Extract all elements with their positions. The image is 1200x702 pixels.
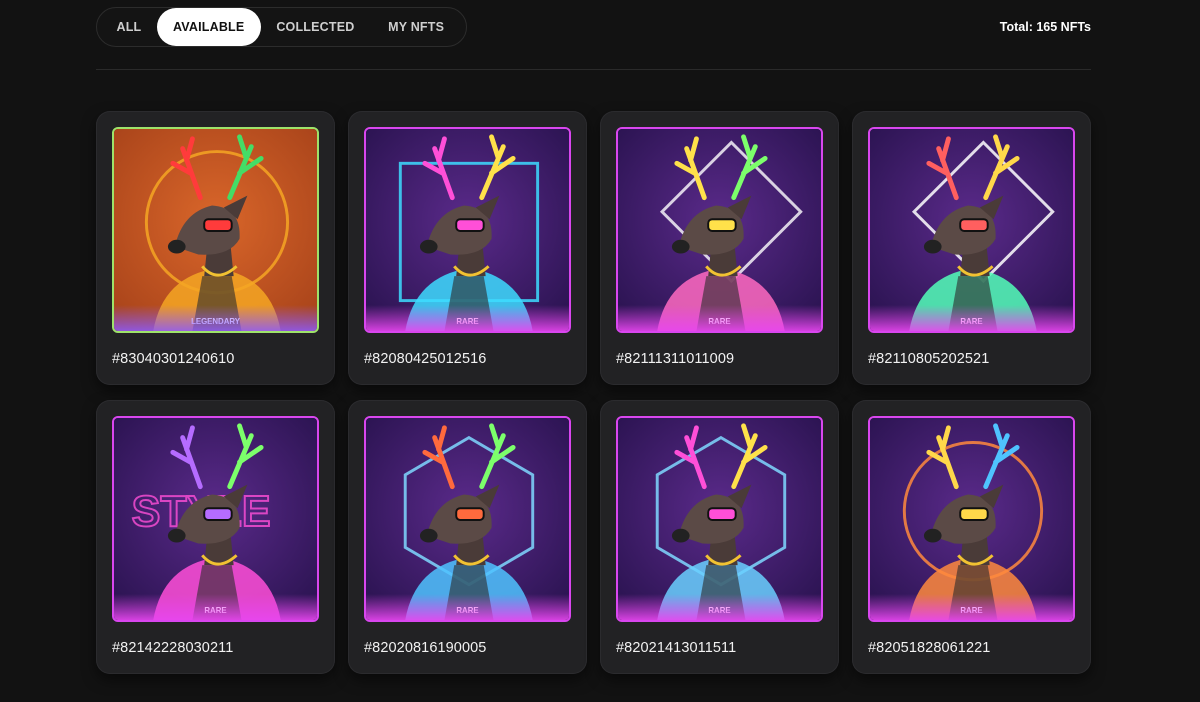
- rarity-label: LEGENDARY: [191, 317, 241, 326]
- rarity-label: RARE: [960, 606, 982, 615]
- filter-bar: ALL AVAILABLE COLLECTED MY NFTS Total: 1…: [96, 7, 1091, 49]
- deer-illustration: RARE: [618, 418, 821, 620]
- divider: [96, 69, 1091, 70]
- tab-available[interactable]: AVAILABLE: [156, 8, 261, 46]
- total-count: Total: 165 NFTs: [999, 20, 1091, 34]
- nft-artwork: LEGENDARY: [112, 127, 319, 333]
- nft-artwork: RARE: [868, 127, 1075, 333]
- nft-artwork: RARE: [364, 127, 571, 333]
- deer-illustration: RARE: [618, 129, 821, 331]
- deer-illustration: RARE: [366, 418, 569, 620]
- nft-artwork: RARE: [616, 127, 823, 333]
- nft-card[interactable]: RARE #82111311011009: [600, 111, 839, 385]
- nft-artwork: RARE: [364, 416, 571, 622]
- rarity-label: RARE: [708, 317, 730, 326]
- nft-card[interactable]: RARE #82020816190005: [348, 400, 587, 674]
- rarity-label: RARE: [960, 317, 982, 326]
- filter-tabs: ALL AVAILABLE COLLECTED MY NFTS: [96, 7, 467, 47]
- nft-id: #82080425012516: [364, 351, 487, 367]
- tab-collected[interactable]: COLLECTED: [261, 8, 371, 46]
- nft-id: #82051828061221: [868, 640, 991, 656]
- nft-card[interactable]: STYLE RARE #82142228030211: [96, 400, 335, 674]
- nft-card[interactable]: RARE #82080425012516: [348, 111, 587, 385]
- tab-my-nfts[interactable]: MY NFTS: [370, 8, 462, 46]
- deer-illustration: STYLE RARE: [114, 418, 317, 620]
- deer-illustration: RARE: [366, 129, 569, 331]
- rarity-label: RARE: [456, 606, 478, 615]
- nft-artwork: STYLE RARE: [112, 416, 319, 622]
- nft-grid: LEGENDARY #83040301240610 RARE #82080425…: [96, 111, 1091, 674]
- deer-illustration: LEGENDARY: [114, 129, 317, 331]
- rarity-label: RARE: [204, 606, 226, 615]
- nft-artwork: RARE: [868, 416, 1075, 622]
- nft-id: #83040301240610: [112, 351, 235, 367]
- nft-card[interactable]: RARE #82021413011511: [600, 400, 839, 674]
- rarity-label: RARE: [456, 317, 478, 326]
- deer-illustration: RARE: [870, 129, 1073, 331]
- nft-id: #82111311011009: [616, 351, 735, 367]
- nft-id: #82110805202521: [868, 351, 990, 367]
- rarity-label: RARE: [708, 606, 730, 615]
- nft-card[interactable]: RARE #82110805202521: [852, 111, 1091, 385]
- nft-id: #82021413011511: [616, 640, 737, 656]
- tab-all[interactable]: ALL: [101, 8, 157, 46]
- nft-id: #82142228030211: [112, 640, 234, 656]
- nft-card[interactable]: LEGENDARY #83040301240610: [96, 111, 335, 385]
- nft-id: #82020816190005: [364, 640, 487, 656]
- nft-card[interactable]: RARE #82051828061221: [852, 400, 1091, 674]
- deer-illustration: RARE: [870, 418, 1073, 620]
- nft-artwork: RARE: [616, 416, 823, 622]
